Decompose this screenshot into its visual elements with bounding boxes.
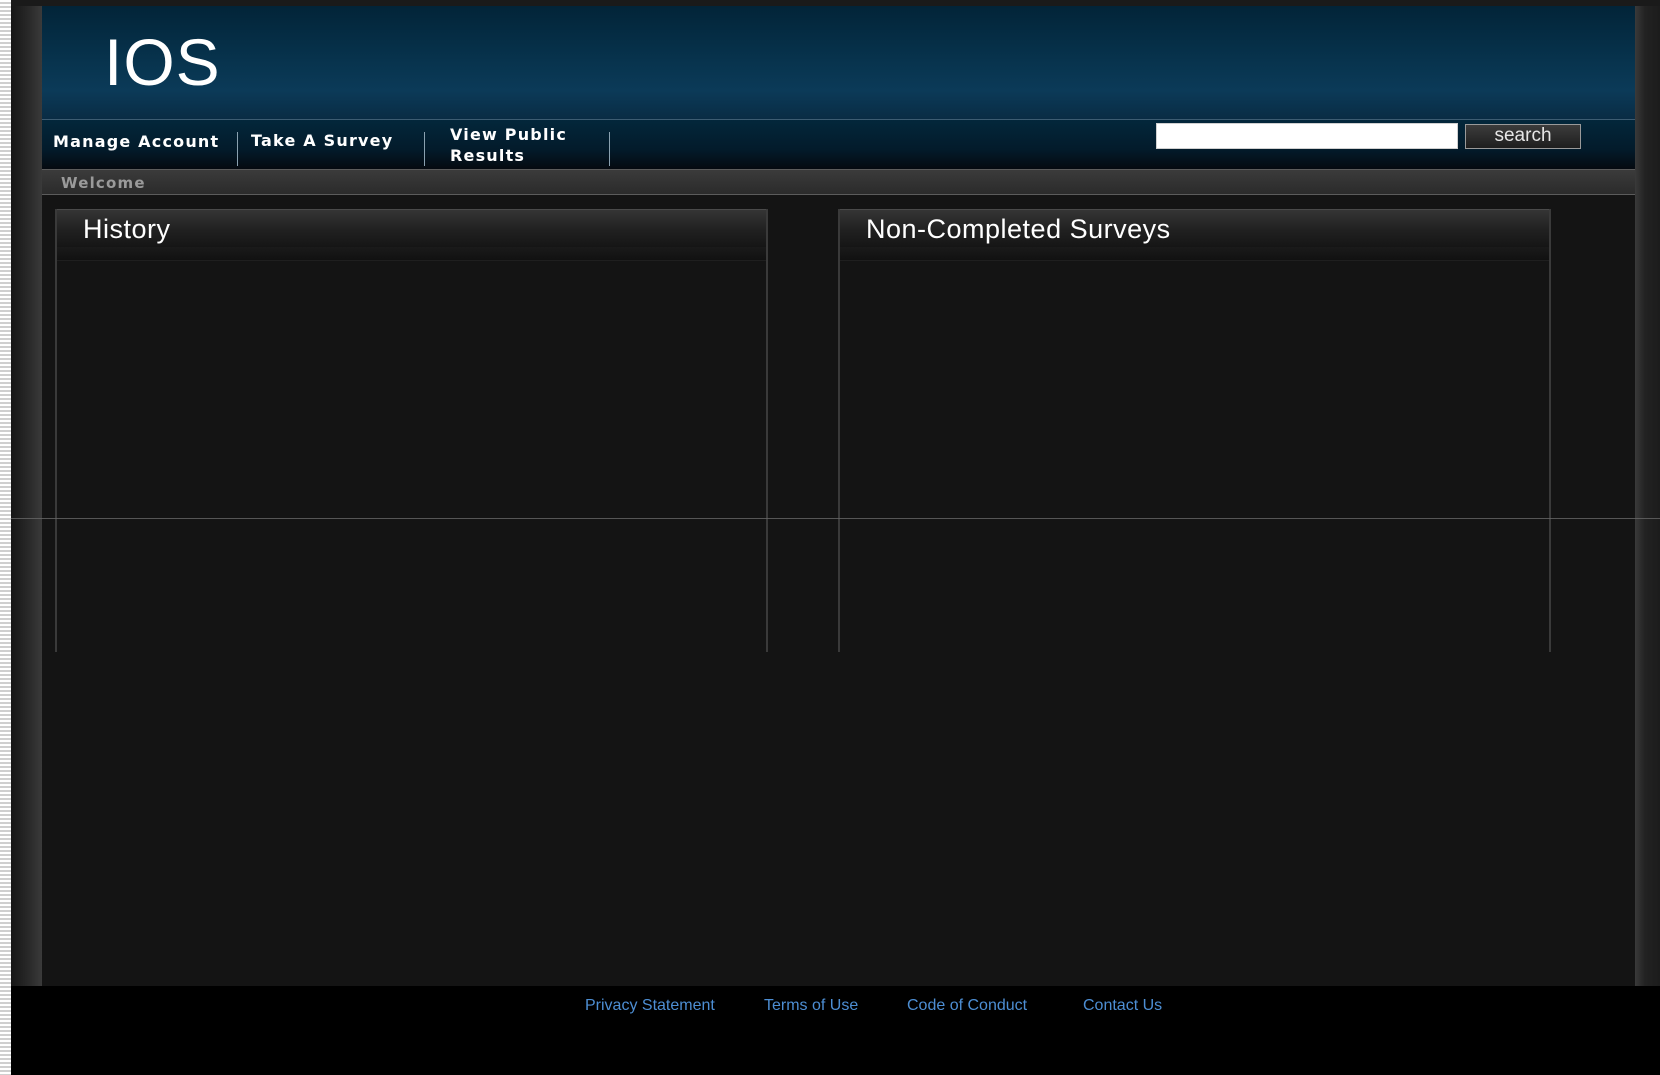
footer-link-terms-of-use[interactable]: Terms of Use [764,997,858,1015]
left-border [11,6,42,986]
non-completed-surveys-panel: Non-Completed Surveys [838,209,1551,652]
main-container: IOS Manage Account Take A Survey View Pu… [42,6,1635,986]
history-title: History [83,214,171,244]
footer-link-privacy-statement[interactable]: Privacy Statement [585,997,715,1015]
history-panel-subbar [57,247,766,261]
non-completed-title: Non-Completed Surveys [866,214,1171,244]
nav-separator [237,132,238,166]
nav-take-a-survey[interactable]: Take A Survey [251,120,421,169]
history-panel-header: History [57,209,766,247]
search-input[interactable] [1156,123,1458,149]
search-button[interactable]: search [1465,124,1581,149]
left-edge-strip [0,0,11,1075]
non-completed-list [840,262,1549,652]
header: IOS [42,6,1635,120]
nav-view-public-results-line1: View Public [450,125,568,144]
footer: Privacy Statement Terms of Use Code of C… [11,986,1660,1075]
nav-view-public-results[interactable]: View Public Results [450,120,630,169]
nav-take-a-survey-label: Take A Survey [251,131,394,150]
history-list [57,262,766,652]
right-border [1635,6,1660,986]
divider-line [11,518,1660,519]
breadcrumb: Welcome [42,169,1635,195]
non-completed-panel-header: Non-Completed Surveys [840,209,1549,247]
nav-view-public-results-line2: Results [450,146,526,165]
nav-separator [609,132,610,166]
logo[interactable]: IOS [104,24,221,100]
non-completed-panel-subbar [840,247,1549,261]
nav-manage-account-label: Manage Account [53,132,220,151]
nav-manage-account[interactable]: Manage Account [53,120,233,169]
breadcrumb-current: Welcome [61,174,146,192]
history-panel: History [55,209,768,652]
footer-link-code-of-conduct[interactable]: Code of Conduct [907,997,1027,1015]
footer-link-contact-us[interactable]: Contact Us [1083,997,1162,1015]
nav-separator [424,132,425,166]
